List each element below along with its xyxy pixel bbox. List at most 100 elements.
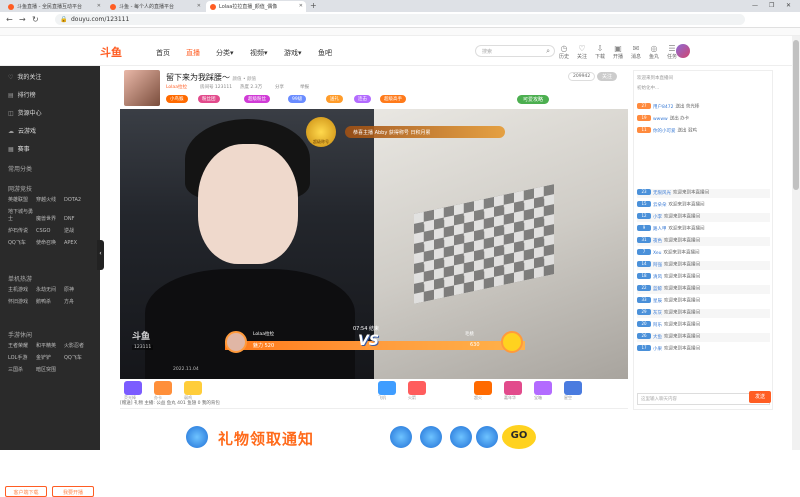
history-button[interactable]: ◷ 历史: [556, 44, 572, 60]
gift-icon[interactable]: [408, 381, 426, 395]
sidebar-category[interactable]: 穿越火线: [36, 196, 64, 203]
nav-home[interactable]: 首页: [156, 48, 170, 58]
maximize-button[interactable]: ❐: [769, 2, 774, 9]
sidebar-category[interactable]: 和平精英: [36, 342, 64, 349]
cloud-icon: ☁: [8, 128, 14, 135]
sidebar-item-shop[interactable]: ◫ 货源中心: [8, 108, 42, 117]
nav-fishbar[interactable]: 鱼吧: [318, 48, 332, 58]
anchor-name[interactable]: Lolaa拉拉: [166, 84, 187, 90]
gift-icon[interactable]: [474, 381, 492, 395]
sidebar-category[interactable]: 三国杀: [8, 366, 36, 373]
sidebar-category[interactable]: 主机游戏: [8, 286, 36, 293]
sidebar-category[interactable]: QQ飞车: [64, 354, 92, 361]
gift-icon[interactable]: [534, 381, 552, 395]
message-button[interactable]: ✉ 消息: [628, 44, 644, 60]
anchor-avatar[interactable]: [124, 70, 160, 106]
sidebar-category[interactable]: QQ飞车: [8, 239, 36, 246]
forward-icon[interactable]: →: [19, 15, 26, 24]
nav-category[interactable]: 分类▾: [216, 48, 234, 58]
new-tab-button[interactable]: +: [310, 1, 317, 10]
follow-button[interactable]: 关注: [597, 72, 618, 81]
client-download-button[interactable]: 客户端下载: [5, 486, 47, 497]
sidebar-category[interactable]: DOTA2: [64, 197, 92, 203]
sidebar-category[interactable]: LOL手游: [8, 354, 36, 361]
promo-go-button[interactable]: GO: [502, 425, 536, 449]
sidebar-category[interactable]: 原神: [64, 286, 92, 293]
pk-avatar-left[interactable]: [225, 331, 247, 353]
report-link[interactable]: 举报: [300, 84, 309, 90]
gift-icon[interactable]: [378, 381, 396, 395]
sidebar-category[interactable]: 魔兽世界: [36, 215, 64, 222]
room-tag[interactable]: 超级高手: [380, 95, 406, 103]
back-icon[interactable]: ←: [6, 15, 13, 24]
sidebar-category[interactable]: 金铲铲: [36, 354, 64, 361]
sidebar-category[interactable]: 鹅鸭杀: [36, 298, 64, 305]
chat-message: 11 你的小可爱 送出 弱鸡: [637, 127, 770, 136]
follow-button[interactable]: ♡ 关注: [574, 44, 590, 60]
pk-status-badge[interactable]: 可爱攻略: [517, 95, 550, 104]
start-live-button[interactable]: 我要开播: [52, 486, 94, 497]
sidebar-category[interactable]: 使命召唤: [36, 239, 64, 246]
video-player[interactable]: 超级称号 恭喜主播 Abby 获得称号 日积月累 Lolaa拉拉 魅力 520 …: [120, 109, 628, 379]
sidebar-item-cloudgame[interactable]: ☁ 云游戏: [8, 126, 36, 135]
gift-icon[interactable]: [124, 381, 142, 395]
gift-icon[interactable]: [504, 381, 522, 395]
gift-icon[interactable]: [154, 381, 172, 395]
search-input[interactable]: 搜索 ⌕: [475, 45, 555, 57]
sidebar-category[interactable]: 地下城与勇士: [8, 208, 36, 222]
close-icon[interactable]: ✕: [197, 3, 201, 9]
gift-icon[interactable]: [184, 381, 202, 395]
reload-icon[interactable]: ↻: [32, 15, 39, 24]
pk-avatar-right[interactable]: [501, 331, 523, 353]
scrollbar-thumb[interactable]: [793, 40, 799, 190]
sidebar-category[interactable]: APEX: [64, 240, 92, 246]
browser-tab[interactable]: 斗鱼 - 每个人的直播平台 ✕: [106, 1, 204, 12]
room-breadcrumb[interactable]: 颜值 • 颜值: [233, 77, 257, 82]
close-window-button[interactable]: ✕: [786, 2, 791, 9]
chat-message: 29 灰灰 欢迎来到本直播间: [637, 309, 770, 318]
douyu-logo[interactable]: 斗鱼: [100, 44, 122, 60]
room-tag[interactable]: 粉丝团: [198, 95, 220, 103]
url-input[interactable]: 🔒 douyu.com/123111: [55, 14, 745, 25]
download-button[interactable]: ⇩ 下载: [592, 44, 608, 60]
sidebar-category[interactable]: 暗区突围: [36, 366, 64, 373]
nav-video[interactable]: 视频▾: [250, 48, 268, 58]
room-tag[interactable]: 送礼: [326, 95, 343, 103]
pk-left-score: 魅力 520: [253, 343, 275, 349]
room-tag[interactable]: 超级粉丝: [244, 95, 270, 103]
search-icon[interactable]: ⌕: [546, 47, 550, 56]
close-icon[interactable]: ✕: [299, 3, 303, 9]
room-tag[interactable]: 连击: [354, 95, 371, 103]
sidebar-category[interactable]: 火影忍者: [64, 342, 92, 349]
room-tag[interactable]: 小鸟猴: [166, 95, 188, 103]
sidebar-item-follow[interactable]: ♡ 我的关注: [8, 72, 41, 81]
close-icon[interactable]: ✕: [97, 3, 101, 9]
nav-game[interactable]: 游戏▾: [284, 48, 302, 58]
sidebar-category[interactable]: 王者荣耀: [8, 342, 36, 349]
sidebar-category[interactable]: 英雄联盟: [8, 196, 36, 203]
sidebar-category[interactable]: 怀旧游戏: [8, 298, 36, 305]
sidebar-category[interactable]: 永劫无间: [36, 286, 64, 293]
room-tag[interactable]: 99级: [288, 95, 307, 103]
share-link[interactable]: 分享: [275, 84, 284, 90]
sidebar-item-events[interactable]: ▦ 赛事: [8, 144, 30, 153]
sidebar-category[interactable]: 方舟: [64, 298, 92, 305]
send-button[interactable]: 发送: [749, 391, 771, 403]
sidebar-category[interactable]: 炉石传说: [8, 227, 36, 234]
user-avatar[interactable]: [676, 44, 690, 58]
chat-system-message: 欢迎来到本直播间: [637, 76, 673, 81]
nav-live[interactable]: 直播: [186, 48, 200, 58]
browser-tab[interactable]: 斗鱼直播 - 全民直播互动平台 ✕: [4, 1, 104, 12]
fishball-button[interactable]: ◎ 鱼丸: [646, 44, 662, 60]
minimize-button[interactable]: —: [752, 2, 758, 9]
gift-icon[interactable]: [564, 381, 582, 395]
promo-banner[interactable]: 礼物领取通知 GO: [180, 422, 540, 450]
sidebar-collapse-icon[interactable]: ‹: [97, 240, 104, 270]
pk-left-name: Lolaa拉拉: [253, 332, 274, 337]
sidebar-category[interactable]: 逆战: [64, 227, 92, 234]
browser-tab-active[interactable]: Lolaa拉拉直播_颜值_偶像 ✕: [206, 1, 306, 12]
sidebar-item-rank[interactable]: ▤ 排行榜: [8, 90, 36, 99]
live-button[interactable]: ▣ 开播: [610, 44, 626, 60]
sidebar-category[interactable]: DNF: [64, 216, 92, 222]
sidebar-category[interactable]: CSGO: [36, 228, 64, 234]
